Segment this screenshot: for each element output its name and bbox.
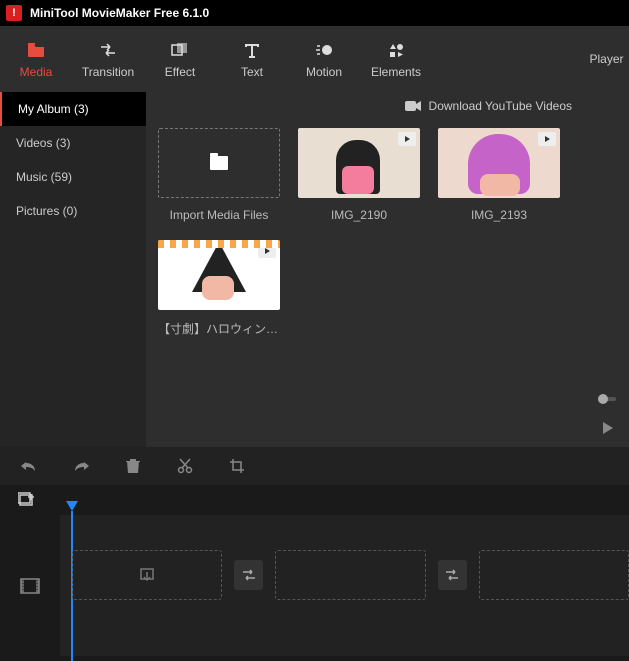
elements-icon — [387, 41, 405, 59]
insert-icon — [138, 567, 156, 583]
media-thumbnail — [158, 240, 280, 310]
import-label: Import Media Files — [158, 208, 280, 222]
tab-text[interactable]: Text — [216, 26, 288, 92]
tab-motion[interactable]: Motion — [288, 26, 360, 92]
player-label: Player — [589, 52, 623, 66]
media-thumbnail — [438, 128, 560, 198]
redo-button[interactable] — [72, 457, 90, 475]
empty-clip-slot[interactable] — [275, 550, 425, 600]
cut-button[interactable] — [176, 457, 194, 475]
track-label-column — [0, 515, 60, 656]
tab-label: Transition — [82, 65, 134, 79]
tab-label: Elements — [371, 65, 421, 79]
media-panel: Download YouTube Videos Import Media Fil… — [146, 92, 584, 447]
folder-icon — [210, 156, 228, 170]
video-badge-icon — [398, 132, 416, 146]
media-name: 【寸劇】ハロウィンでちー... — [158, 320, 280, 337]
media-name: IMG_2193 — [438, 208, 560, 222]
video-track-icon — [20, 578, 40, 594]
playhead[interactable] — [66, 501, 78, 511]
sidebar: My Album (3) Videos (3) Music (59) Pictu… — [0, 92, 146, 447]
download-youtube-link[interactable]: Download YouTube Videos — [429, 99, 572, 113]
tab-label: Effect — [165, 65, 195, 79]
transition-slot[interactable] — [234, 560, 263, 590]
delete-button[interactable] — [124, 457, 142, 475]
tab-label: Motion — [306, 65, 342, 79]
tab-label: Media — [20, 65, 53, 79]
tab-effect[interactable]: Effect — [144, 26, 216, 92]
swap-icon — [444, 568, 460, 582]
timeline[interactable] — [0, 515, 629, 656]
play-button[interactable] — [600, 421, 614, 435]
undo-button[interactable] — [20, 457, 38, 475]
app-logo: ! — [6, 5, 22, 21]
add-track-button[interactable] — [18, 492, 36, 508]
motion-icon — [315, 41, 333, 59]
folder-icon — [27, 41, 45, 59]
tab-elements[interactable]: Elements — [360, 26, 432, 92]
app-title: MiniTool MovieMaker Free 6.1.0 — [30, 6, 209, 20]
media-item[interactable]: IMG_2193 — [438, 128, 560, 222]
edit-toolbar — [0, 447, 629, 485]
media-item[interactable]: 【寸劇】ハロウィンでちー... — [158, 240, 280, 337]
camera-icon — [405, 100, 421, 112]
player-controls — [584, 92, 629, 447]
import-media-button[interactable]: Import Media Files — [158, 128, 280, 222]
tab-transition[interactable]: Transition — [72, 26, 144, 92]
media-item[interactable]: IMG_2190 — [298, 128, 420, 222]
transition-icon — [99, 41, 117, 59]
video-badge-icon — [258, 244, 276, 258]
swap-icon — [241, 568, 257, 582]
main-toolbar: Media Transition Effect Text Motion — [0, 26, 580, 92]
video-badge-icon — [538, 132, 556, 146]
sidebar-item-myalbum[interactable]: My Album (3) — [0, 92, 146, 126]
tab-media[interactable]: Media — [0, 26, 72, 92]
media-thumbnail — [298, 128, 420, 198]
empty-clip-slot[interactable] — [72, 550, 222, 600]
titlebar: ! MiniTool MovieMaker Free 6.1.0 — [0, 0, 629, 26]
player-tab[interactable]: Player — [584, 26, 629, 92]
sidebar-item-pictures[interactable]: Pictures (0) — [0, 194, 146, 228]
track-header — [0, 485, 629, 515]
timeline-track-area[interactable] — [60, 515, 629, 656]
text-icon — [243, 41, 261, 59]
transition-slot[interactable] — [438, 560, 467, 590]
media-name: IMG_2190 — [298, 208, 420, 222]
tab-label: Text — [241, 65, 263, 79]
effect-icon — [171, 41, 189, 59]
sidebar-item-music[interactable]: Music (59) — [0, 160, 146, 194]
volume-slider[interactable] — [598, 397, 616, 401]
sidebar-item-videos[interactable]: Videos (3) — [0, 126, 146, 160]
crop-button[interactable] — [228, 457, 246, 475]
empty-clip-slot[interactable] — [479, 550, 629, 600]
